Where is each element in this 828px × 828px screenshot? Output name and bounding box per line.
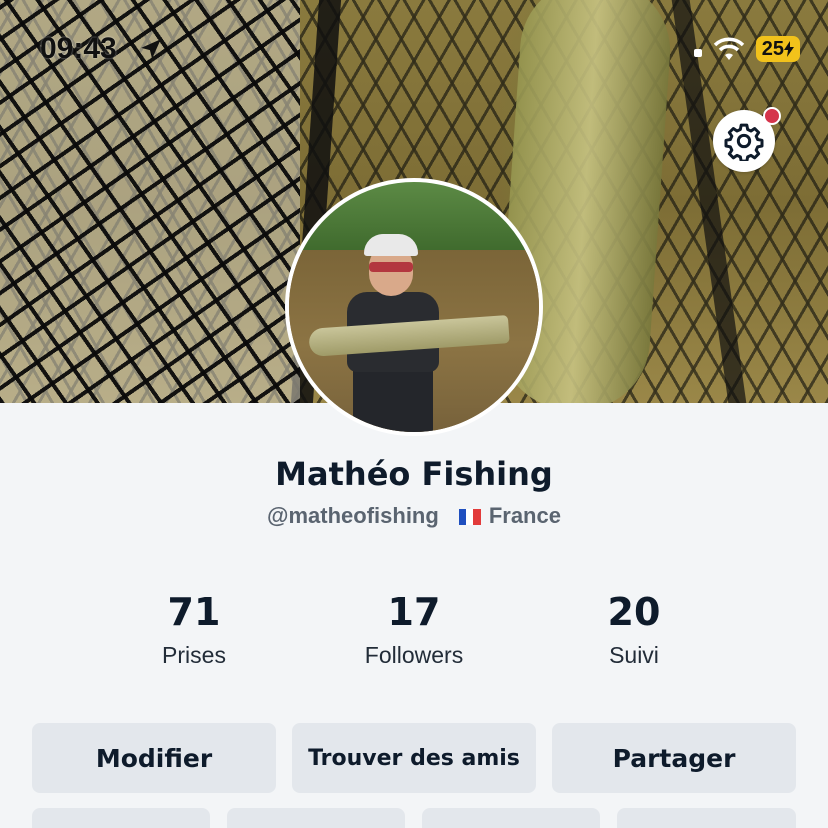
charging-icon xyxy=(784,41,794,57)
stat-followers[interactable]: 17 Followers xyxy=(314,588,514,669)
stat-label: Followers xyxy=(364,642,464,668)
avatar-sunglasses xyxy=(369,262,413,272)
notification-dot xyxy=(763,107,781,125)
avatar[interactable] xyxy=(285,178,543,436)
share-button[interactable]: Partager xyxy=(552,723,796,793)
status-icons: 25 xyxy=(693,36,800,62)
find-friends-button[interactable]: Trouver des amis xyxy=(292,723,536,793)
france-flag-icon xyxy=(458,509,481,526)
stat-label: Prises xyxy=(162,642,226,668)
stat-value: 20 xyxy=(607,590,661,634)
edit-profile-button[interactable]: Modifier xyxy=(32,723,276,793)
battery-level: 25 xyxy=(761,37,784,60)
wifi-icon xyxy=(713,37,744,60)
battery-indicator: 25 xyxy=(755,36,800,62)
country-label: France xyxy=(488,503,561,528)
profile-subtitle: @matheofishing France xyxy=(0,503,828,529)
stat-label: Suivi xyxy=(609,642,659,668)
stat-suivi[interactable]: 20 Suivi xyxy=(534,588,734,669)
gear-icon xyxy=(724,123,764,161)
status-time: 09:43 xyxy=(40,32,117,65)
tab-1[interactable] xyxy=(32,808,210,828)
stat-value: 17 xyxy=(387,590,441,634)
tab-4[interactable] xyxy=(617,808,796,828)
profile-country: France xyxy=(458,503,561,529)
profile-name: Mathéo Fishing xyxy=(275,455,553,493)
tab-2[interactable] xyxy=(227,808,405,828)
tab-3[interactable] xyxy=(422,808,600,828)
stat-prises[interactable]: 71 Prises xyxy=(94,588,294,669)
avatar-cap xyxy=(364,234,418,256)
location-arrow-icon xyxy=(141,39,161,59)
profile-handle: @matheofishing xyxy=(267,503,439,528)
stat-value: 71 xyxy=(167,590,221,634)
signal-icon xyxy=(693,49,702,57)
